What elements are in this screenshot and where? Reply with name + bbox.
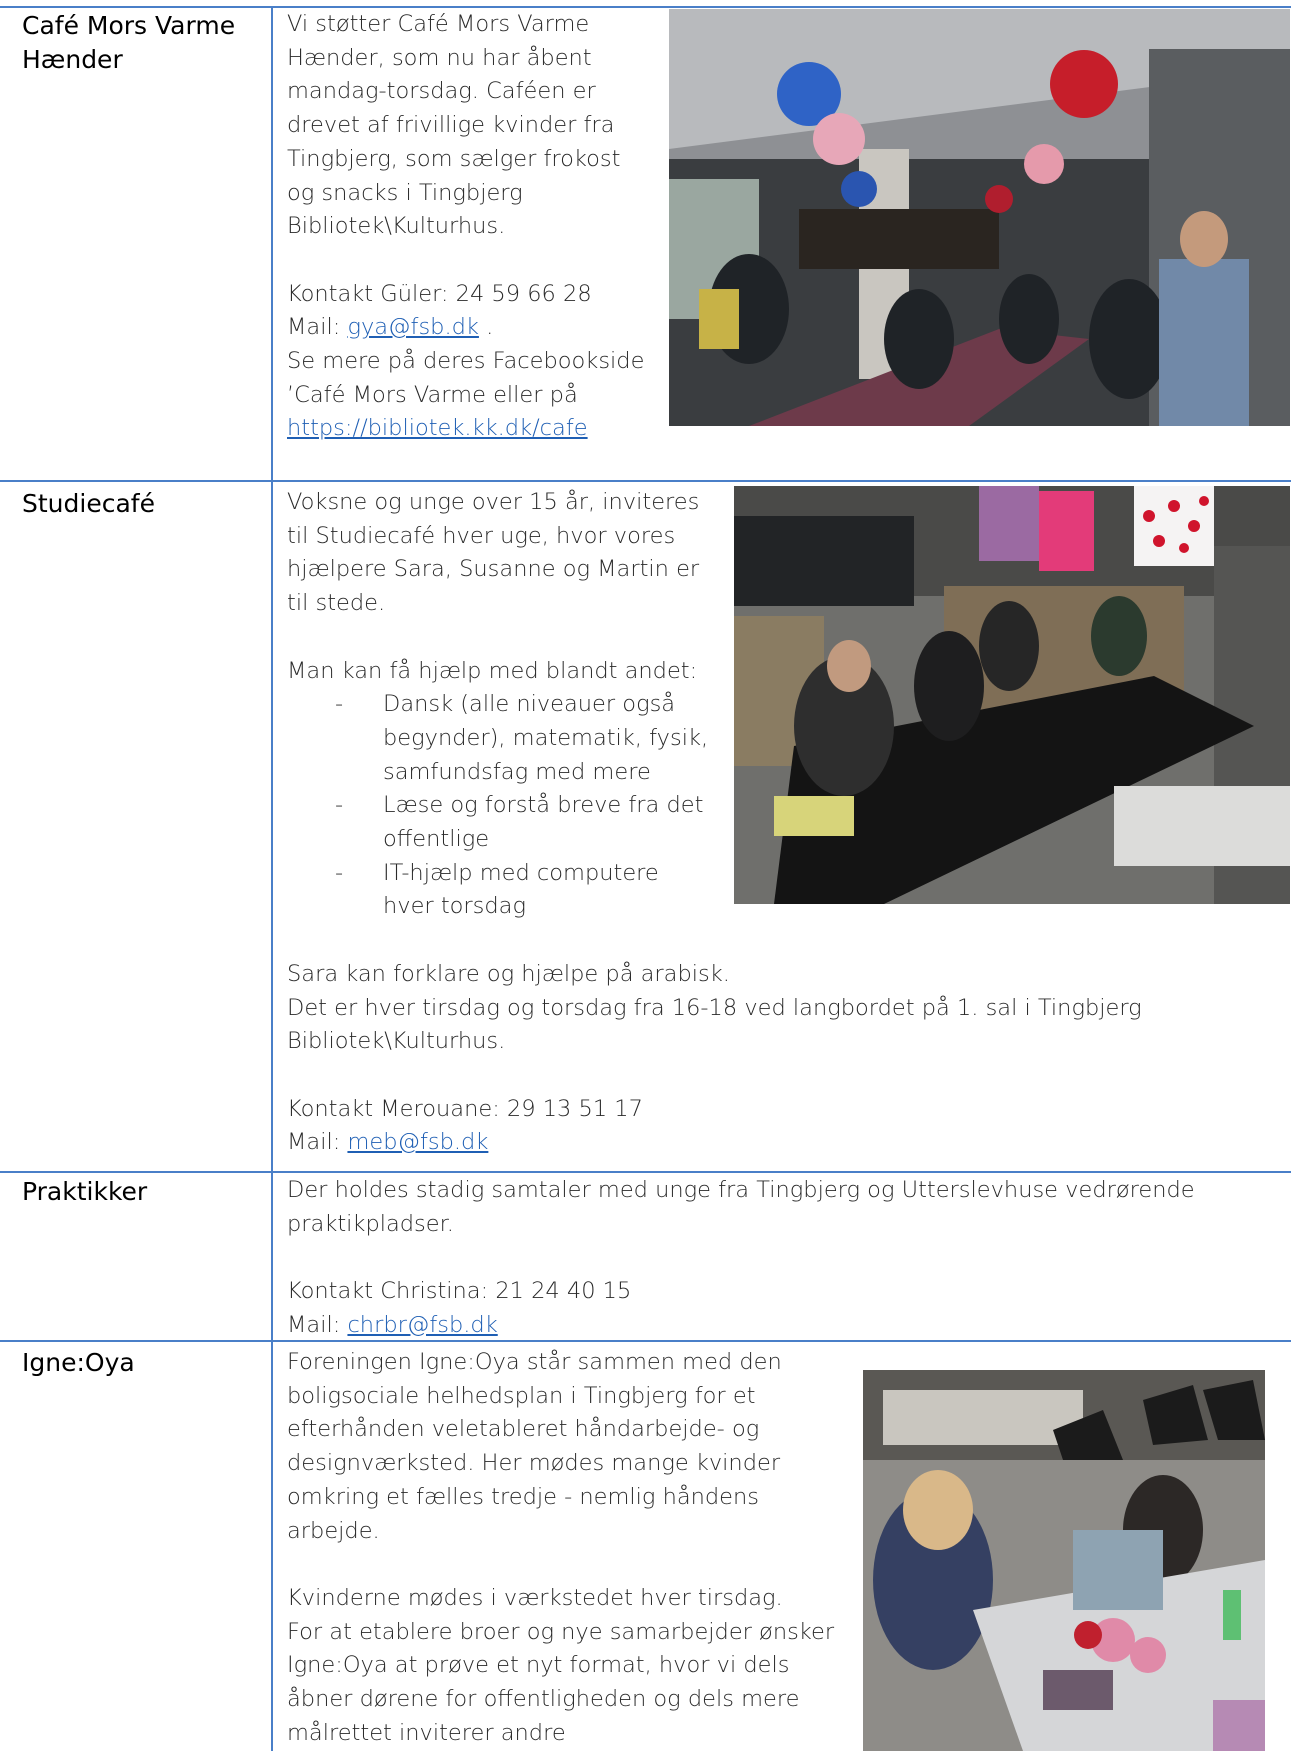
igne-oya-photo	[863, 1370, 1265, 1751]
text-line: Bibliotek\Kulturhus.	[287, 213, 506, 240]
row-content-cafe: Vi støtter Café Mors Varme Hænder, som n…	[287, 8, 657, 446]
text-line: drevet af frivillige kvinder fra	[287, 112, 615, 139]
text-line: For at etablere broer og nye samarbejder…	[287, 1618, 835, 1645]
text-line: designværksted. Her mødes mange kvinder	[287, 1450, 781, 1477]
mail-line: Mail: chrbr@fsb.dk	[287, 1311, 498, 1338]
text-line: praktikpladser.	[287, 1210, 454, 1237]
mail-line: Mail: gya@fsb.dk .	[287, 314, 494, 341]
text-line: Sara kan forklare og hjælpe på arabisk.	[287, 960, 730, 987]
row-divider	[0, 480, 1291, 482]
contact-line: Kontakt Christina: 21 24 40 15	[287, 1278, 632, 1305]
mail-link[interactable]: chrbr@fsb.dk	[347, 1312, 497, 1338]
text-line: Vi støtter Café Mors Varme	[287, 11, 590, 37]
row-label-cafe: Café Mors Varme Hænder	[22, 11, 236, 74]
text-line: Der holdes stadig samtaler med unge fra …	[287, 1177, 1195, 1203]
column-divider	[271, 6, 273, 1751]
studiecafe-photo	[734, 486, 1290, 904]
text-line: og snacks i Tingbjerg	[287, 179, 523, 206]
text-line: Tingbjerg, som sælger frokost	[287, 145, 621, 172]
text-line: Foreningen Igne:Oya står sammen med den	[287, 1349, 782, 1375]
text-line: Se mere på deres Facebookside	[287, 348, 645, 375]
mail-link[interactable]: meb@fsb.dk	[347, 1129, 488, 1155]
text-line: åbner dørene for offentligheden og dels …	[287, 1686, 800, 1713]
text-line: ’Café Mors Varme eller på	[287, 381, 578, 408]
row-content-praktikker: Der holdes stadig samtaler med unge fra …	[287, 1174, 1277, 1343]
mail-line: Mail: meb@fsb.dk	[287, 1129, 489, 1156]
document-page: Café Mors Varme Hænder Vi støtter Café M…	[0, 0, 1291, 1751]
text-line: målrettet inviterer andre	[287, 1719, 566, 1746]
list-dash: -	[335, 691, 344, 718]
website-link[interactable]: https://bibliotek.kk.dk/cafe	[287, 415, 588, 441]
text-line: Det er hver tirsdag og torsdag fra 16-18…	[287, 994, 1142, 1021]
list-dash: -	[335, 792, 344, 819]
contact-line: Kontakt Merouane: 29 13 51 17	[287, 1095, 643, 1122]
contact-line: Kontakt Güler: 24 59 66 28	[287, 280, 592, 307]
text-line: Igne:Oya at prøve et nyt format, hvor vi…	[287, 1652, 790, 1679]
text-line: mandag-torsdag. Caféen er	[287, 78, 596, 105]
text-line: arbejde.	[287, 1517, 380, 1544]
text-line: Kvinderne mødes i værkstedet hver tirsda…	[287, 1584, 783, 1611]
text-line: Bibliotek\Kulturhus.	[287, 1028, 506, 1055]
row-label-igne-oya: Igne:Oya	[22, 1348, 135, 1377]
cafe-photo	[669, 9, 1290, 426]
row-divider	[0, 1171, 1291, 1173]
row-label-studiecafe: Studiecafé	[22, 489, 155, 518]
mail-link[interactable]: gya@fsb.dk	[347, 314, 479, 340]
text-line: omkring et fælles tredje - nemlig hånden…	[287, 1483, 759, 1510]
list-dash: -	[335, 859, 344, 886]
text-line: efterhånden veletableret håndarbejde- og	[287, 1416, 760, 1443]
row-label-praktikker: Praktikker	[22, 1177, 148, 1206]
text-line: Hænder, som nu har åbent	[287, 44, 592, 71]
row-content-igne-oya: Foreningen Igne:Oya står sammen med den …	[287, 1346, 847, 1750]
text-line: boligsociale helhedsplan i Tingbjerg for…	[287, 1382, 756, 1409]
